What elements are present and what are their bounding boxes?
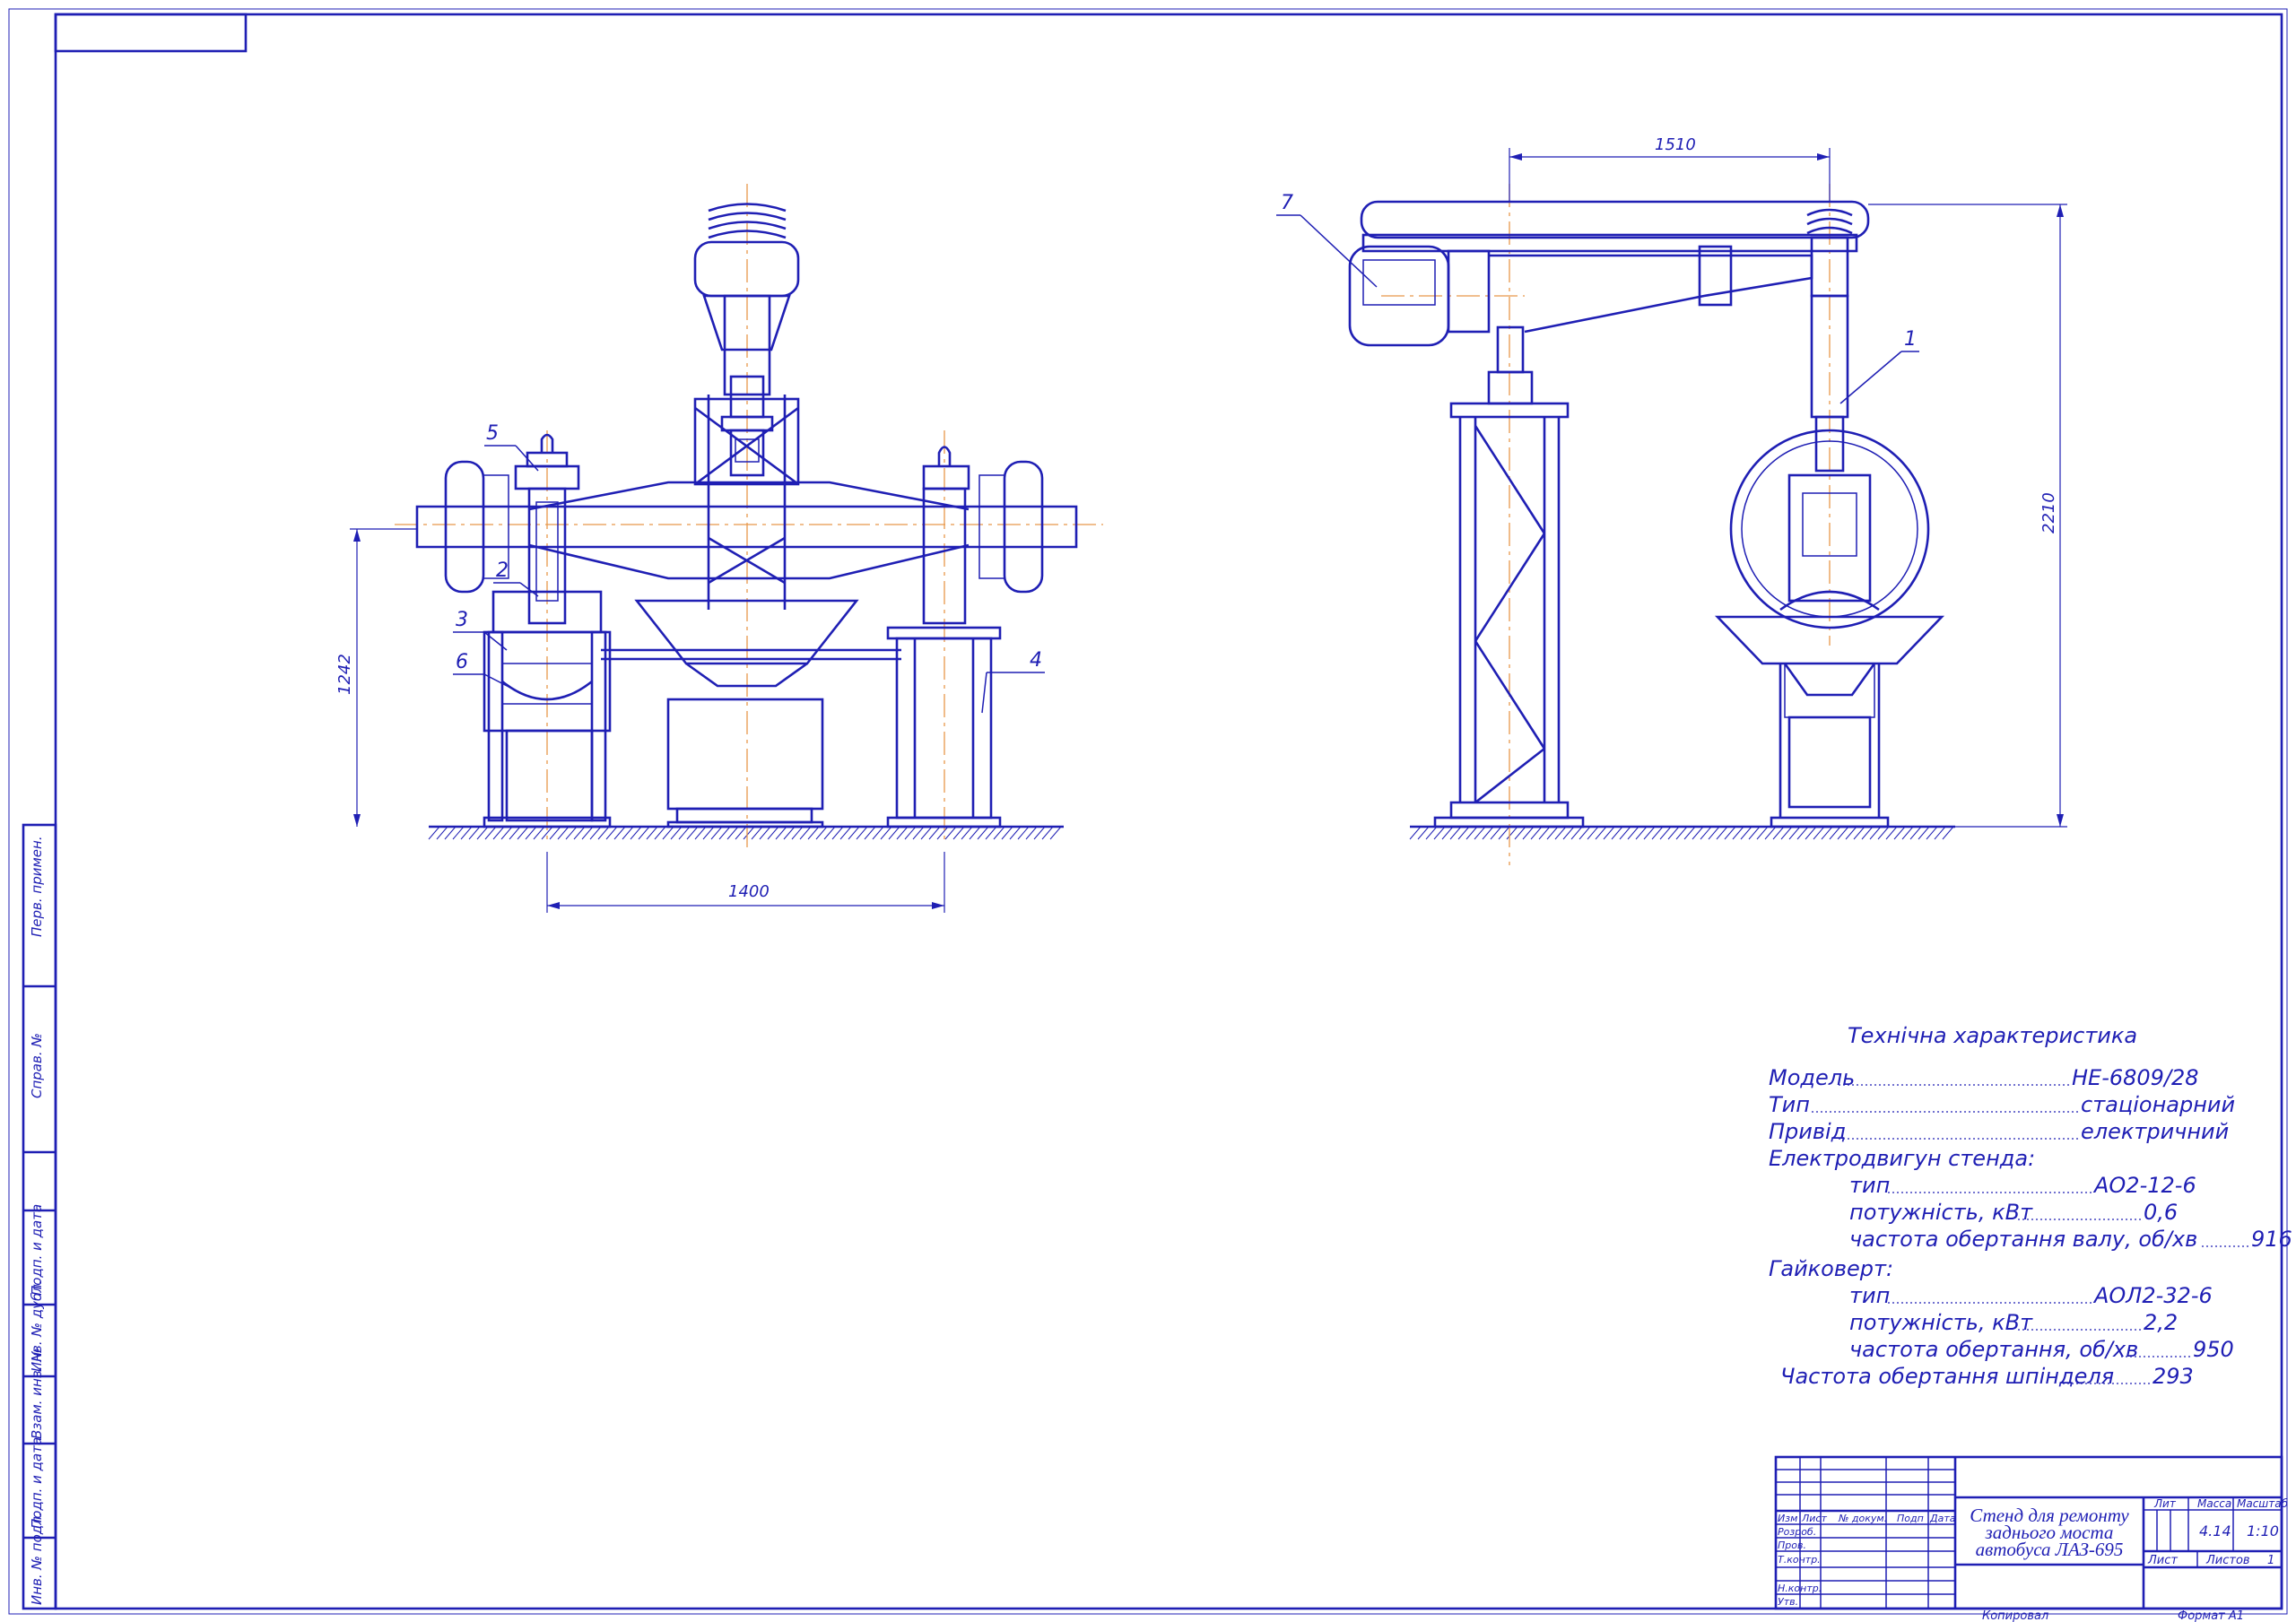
role-label: Пров.: [1778, 1540, 1806, 1551]
mass-label: Масса: [2197, 1497, 2231, 1510]
sheet-label: Лист: [2147, 1554, 2178, 1567]
spec-label-motor-type: тип: [1849, 1173, 1890, 1198]
callout-5: 5: [486, 422, 499, 445]
rev-header: Изм: [1778, 1513, 1797, 1524]
spec-label-type: Тип: [1769, 1092, 1810, 1117]
dimension-label: 1510: [1655, 135, 1696, 154]
callouts-side: 7 1: [1276, 192, 1919, 404]
technical-drawing-sheet: Перв. примен. Справ. № Подп. и дата Инв.…: [8, 8, 2292, 1622]
side-stamp-label: Перв. примен.: [29, 836, 45, 937]
scale-label: Масштаб: [2237, 1497, 2289, 1510]
spec-label-drive: Привід: [1769, 1119, 1846, 1144]
spec-value-motor-type: АО2-12-6: [2092, 1173, 2196, 1198]
rev-header: Дата: [1929, 1513, 1956, 1524]
spec-value-wrench-speed: 950: [2193, 1337, 2234, 1362]
side-view: [1348, 184, 1955, 865]
sheets-value: 1: [2267, 1554, 2274, 1567]
spec-value-spindle-speed: 293: [2152, 1364, 2194, 1389]
callout-3: 3: [456, 609, 468, 631]
spec-value-wrench-power: 2,2: [2144, 1310, 2178, 1335]
ground-hatch: [1409, 826, 1954, 840]
sheets-label: Листов: [2205, 1554, 2250, 1567]
spec-label-motor-speed: частота обертання валу, об/хв: [1849, 1227, 2197, 1252]
callout-4: 4: [1030, 649, 1042, 672]
side-stamp-label: Инв. № подл.: [29, 1513, 45, 1605]
technical-spec: Технічна характеристика Модель НЕ-6809/2…: [1769, 1023, 2292, 1389]
spec-label-motor-power: потужність, кВт: [1849, 1200, 2033, 1225]
callout-7: 7: [1281, 192, 1293, 214]
role-label: Т.контр.: [1778, 1554, 1821, 1566]
format-label: Формат А1: [2178, 1609, 2244, 1622]
rev-header: № докум.: [1838, 1513, 1887, 1524]
spec-label-wrench-type: тип: [1849, 1283, 1890, 1308]
role-label: Утв.: [1778, 1596, 1798, 1608]
spec-value-drive: електричний: [2081, 1119, 2229, 1144]
scale-value: 1:10: [2247, 1522, 2279, 1540]
callout-1: 1: [1904, 328, 1917, 351]
mass-value: 4.14: [2199, 1522, 2231, 1540]
callout-6: 6: [456, 651, 468, 673]
spec-value-wrench-type: АОЛ2-32-6: [2092, 1283, 2213, 1308]
rev-header: Лист: [1801, 1513, 1827, 1524]
dimension-label: 1400: [728, 882, 770, 901]
spec-label-wrench-speed: частота обертання, об/хв: [1849, 1337, 2138, 1362]
dimension-arm-reach: 1510: [1509, 135, 1831, 202]
dimension-label: 2210: [2039, 492, 2058, 533]
dimension-total-height: 2210: [1868, 204, 2067, 828]
drawing-title-line: автобуса ЛАЗ-695: [1976, 1539, 2124, 1560]
side-stamp: Перв. примен. Справ. № Подп. и дата Инв.…: [22, 823, 57, 1610]
callout-2: 2: [496, 559, 509, 582]
spec-label-spindle-speed: Частота обертання шпінделя: [1780, 1364, 2114, 1389]
spec-value-motor-power: 0,6: [2144, 1200, 2178, 1225]
spec-label-motor: Електродвигун стенда:: [1769, 1146, 2035, 1171]
spec-label-wrench: Гайковерт:: [1769, 1256, 1893, 1281]
front-view: [395, 184, 1103, 852]
spec-value-motor-speed: 916: [2251, 1227, 2292, 1252]
spec-value-model: НЕ-6809/28: [2072, 1065, 2199, 1090]
rev-header: Подп: [1897, 1513, 1924, 1524]
dimension-axle-height: 1242: [335, 528, 417, 827]
spec-label-model: Модель: [1769, 1065, 1855, 1090]
side-stamp-label: Справ. №: [29, 1033, 45, 1098]
title-block: Изм Лист № докум. Подп Дата Розроб. Пров…: [1774, 1455, 2289, 1622]
side-stamp-label: Взам. инв. №: [29, 1348, 45, 1439]
copied-label: Копировал: [1982, 1609, 2048, 1622]
dimension-label: 1242: [335, 654, 354, 695]
role-label: Розроб.: [1778, 1526, 1816, 1538]
spec-value-type: стаціонарний: [2081, 1092, 2235, 1117]
ground-hatch: [428, 826, 1062, 840]
top-left-stamp: [54, 13, 248, 53]
lit-label: Лит: [2153, 1497, 2177, 1510]
dimension-track-width: 1400: [546, 852, 945, 913]
role-label: Н.контр.: [1778, 1583, 1822, 1594]
spec-heading: Технічна характеристика: [1848, 1023, 2137, 1048]
spec-label-wrench-power: потужність, кВт: [1849, 1310, 2033, 1335]
